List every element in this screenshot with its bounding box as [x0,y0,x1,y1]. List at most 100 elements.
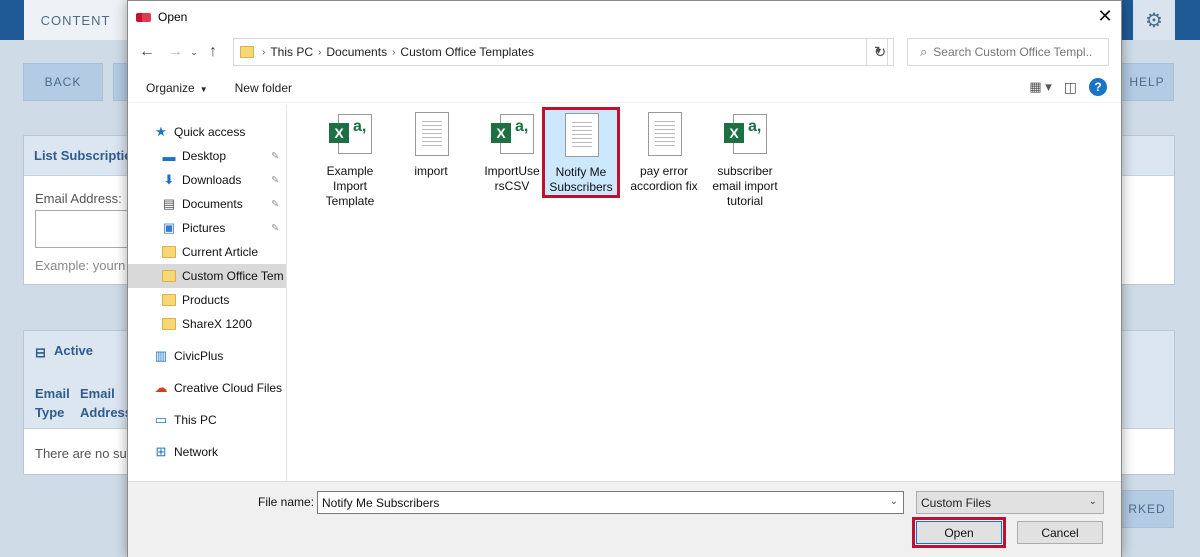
command-bar: Organize ▼ New folder ▦ ▾ ◫ ? [128,73,1121,103]
breadcrumb-custom-office-templates[interactable]: Custom Office Templates [400,45,534,59]
col-email-address[interactable]: Email Address [80,384,132,422]
creative-cloud-icon: ☁ [154,380,168,395]
excel-file-icon: Xa, [488,112,536,160]
excel-file-icon: Xa, [721,112,769,160]
tab-content[interactable]: CONTENT [24,0,127,40]
sidebar-item-label: Pictures [182,221,226,235]
sidebar-item-documents[interactable]: ▤ Documents ✎ [128,192,286,216]
help-button[interactable]: HELP [1120,63,1174,101]
title-bar: Open [128,1,1121,33]
pictures-icon: ▣ [162,220,176,235]
search-box[interactable]: ⌕ [907,38,1109,66]
close-icon[interactable]: ✕ [1089,1,1121,31]
navigation-pane: ★ Quick access ▬ Desktop ✎ ⬇ Downloads ✎ ▤ Docume… [128,105,287,481]
folder-icon [240,46,254,58]
file-item[interactable]: Xa, Example Import Template [312,109,388,209]
text-file-icon [407,112,455,160]
file-name-label: File name: [258,495,315,509]
up-arrow-icon[interactable]: ↑ [201,40,225,64]
app-logo-icon [136,12,152,23]
sidebar-item-products[interactable]: Products [128,288,286,312]
preview-pane-icon[interactable]: ◫ [1064,79,1077,96]
sidebar-item-label: Downloads [182,173,242,187]
sidebar-item-label: ShareX 1200 [182,317,253,331]
folder-icon [160,268,178,284]
sidebar-item-current-article[interactable]: Current Article [128,240,286,264]
sidebar-item-downloads[interactable]: ⬇ Downloads ✎ [128,168,286,192]
breadcrumb-documents[interactable]: Documents [326,45,387,59]
organize-button[interactable]: Organize ▼ [137,81,217,95]
file-type-select[interactable]: Custom Files ⌄ [916,491,1104,514]
back-button[interactable]: BACK [23,63,103,101]
file-name-combobox[interactable]: ⌄ [317,491,904,514]
desktop-icon: ▬ [162,148,176,164]
sidebar-item-label: Quick access [174,125,246,139]
gear-icon[interactable]: ⚙ [1133,0,1175,40]
sidebar-item-creative-cloud-files[interactable]: ☁ Creative Cloud Files [128,376,286,400]
sidebar-item-label: Current Article [182,245,259,259]
sidebar-item-this-pc[interactable]: ▭ This PC [128,408,286,432]
sidebar-item-pictures[interactable]: ▣ Pictures ✎ [128,216,286,240]
new-folder-button[interactable]: New folder [226,81,301,95]
col-email-type[interactable]: Email Type [35,384,75,422]
building-icon: ▥ [154,348,168,363]
file-item[interactable]: Xa, subscriber email import tutorial [707,109,783,209]
breadcrumb-this-pc[interactable]: This PC [270,45,313,59]
pin-icon: ✎ [271,198,280,210]
sidebar-item-network[interactable]: ⊞ Network [128,440,286,464]
marked-button[interactable]: RKED [1120,490,1174,528]
navigation-bar: ← → ⌄ ↑ › This PC › Documents › Custom O… [128,35,1121,69]
file-name: ImportUsersCSV [484,164,540,193]
collapse-icon[interactable]: ⊟ [35,345,46,361]
sidebar-item-label: Products [182,293,230,307]
file-name: subscriber email import tutorial [712,164,778,208]
sidebar-item-label: This PC [174,413,217,427]
search-icon: ⌕ [920,44,928,59]
sidebar-item-desktop[interactable]: ▬ Desktop ✎ [128,144,286,168]
chevron-right-icon: › [318,46,322,58]
sidebar-item-label: Network [174,445,219,459]
chevron-right-icon: › [262,46,266,58]
sidebar-item-label: CivicPlus [174,349,224,363]
chevron-right-icon: › [392,46,396,58]
sidebar-item-quick-access[interactable]: ★ Quick access [128,120,286,144]
file-name-input[interactable] [322,495,882,510]
sidebar-item-label: Documents [182,197,243,211]
open-dialog: Open ✕ ← → ⌄ ↑ › This PC › Documents › C… [127,0,1122,557]
file-item[interactable]: Xa, ImportUsersCSV [474,109,550,194]
file-name: pay error accordion fix [630,164,698,193]
forward-arrow-icon[interactable]: → [163,40,187,64]
sidebar-item-label: Desktop [182,149,227,163]
dialog-title: Open [158,10,188,24]
file-name: Example Import Template [325,164,375,208]
refresh-icon[interactable]: ↻ [866,38,894,66]
file-item[interactable]: pay error accordion fix [626,109,702,194]
file-name: Notify Me Subscribers [549,165,613,194]
star-icon: ★ [155,124,167,139]
sidebar-item-label: Creative Cloud Files [174,381,283,395]
example-text: Example: yourn [35,258,126,273]
back-arrow-icon[interactable]: ← [135,40,159,64]
chevron-down-icon[interactable]: ⌄ [890,496,898,507]
cancel-button[interactable]: Cancel [1017,521,1103,544]
sidebar-item-sharex-1200[interactable]: ShareX 1200 [128,312,286,336]
download-icon: ⬇ [163,172,175,187]
file-item[interactable]: Notify Me Subscribers [542,107,620,198]
pin-icon: ✎ [271,150,280,162]
email-field[interactable] [35,210,135,248]
pin-icon: ✎ [271,222,280,234]
sidebar-item-civicplus[interactable]: ▥ CivicPlus [128,344,286,368]
folder-icon [160,292,178,308]
file-item[interactable]: import [393,109,469,179]
sidebar-item-custom-office-tem[interactable]: Custom Office Tem [128,264,286,288]
open-button[interactable]: Open [912,517,1006,548]
address-bar[interactable]: › This PC › Documents › Custom Office Te… [233,38,888,66]
search-input[interactable] [933,45,1094,59]
view-options-icon[interactable]: ▦ ▾ [1029,79,1051,95]
recent-locations-icon[interactable]: ⌄ [187,40,201,64]
documents-icon: ▤ [162,196,176,211]
help-icon[interactable]: ? [1089,78,1107,96]
chevron-down-icon: ⌄ [1088,496,1097,507]
email-label: Email Address: [35,191,122,206]
folder-icon [160,316,178,332]
